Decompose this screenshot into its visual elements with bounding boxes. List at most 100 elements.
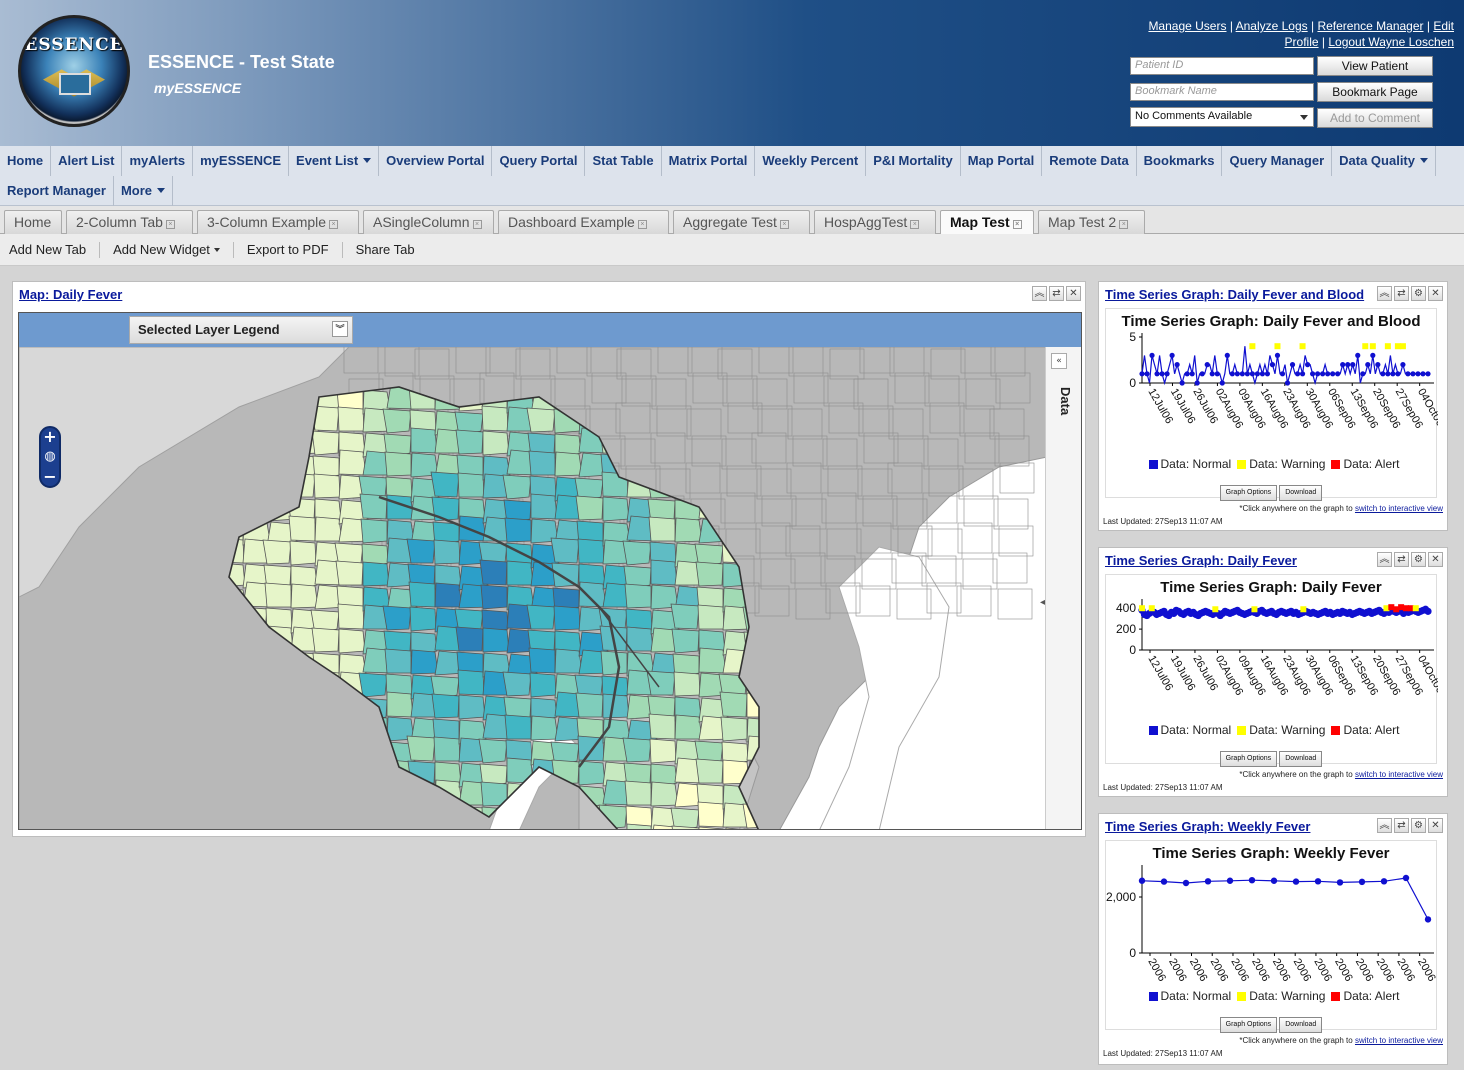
time-series-widget-title[interactable]: Time Series Graph: Daily Fever and Blood — [1105, 287, 1364, 302]
county-region[interactable] — [289, 540, 317, 566]
nav-item-event-list[interactable]: Event List — [289, 146, 380, 176]
county-region[interactable] — [529, 672, 557, 698]
interactive-view-link[interactable]: switch to interactive view — [1355, 770, 1443, 779]
data-panel[interactable]: « Data ◂ — [1040, 347, 1081, 829]
map-view[interactable]: Selected Layer Legend ︾ + ◍ − « Data ◂ — [18, 312, 1082, 830]
nav-item-weekly-percent[interactable]: Weekly Percent — [755, 146, 867, 176]
county-region[interactable] — [337, 406, 365, 432]
close-icon[interactable]: ✕ — [1066, 286, 1081, 301]
county-region[interactable] — [502, 474, 532, 500]
county-region[interactable] — [648, 516, 676, 542]
nav-item-alert-list[interactable]: Alert List — [51, 146, 123, 176]
county-region[interactable] — [502, 671, 532, 697]
tab-close-icon[interactable]: × — [329, 220, 339, 229]
tab-map-test[interactable]: Map Test × — [940, 210, 1034, 234]
chart-area[interactable]: 0 2,000 2006-28 2006-29 2006-30 2006-31 2006-3… — [1105, 840, 1438, 1033]
county-region[interactable] — [311, 430, 340, 456]
county-region[interactable] — [457, 472, 485, 498]
county-region[interactable] — [290, 583, 319, 609]
county-region[interactable] — [455, 429, 484, 455]
nav-item-overview-portal[interactable]: Overview Portal — [379, 146, 493, 176]
county-region[interactable] — [455, 626, 484, 652]
nav-item-map-portal[interactable]: Map Portal — [961, 146, 1043, 176]
comments-select[interactable]: No Comments Available — [1130, 107, 1314, 127]
time-series-chart[interactable]: 02,0002006-282006-292006-302006-312006-3… — [1106, 841, 1438, 981]
county-region[interactable] — [671, 628, 700, 654]
county-region[interactable] — [695, 758, 724, 784]
county-region[interactable] — [504, 714, 532, 740]
county-region[interactable] — [697, 801, 725, 828]
county-region[interactable] — [674, 517, 703, 543]
download-button[interactable]: Download — [1279, 1017, 1323, 1033]
tab-hospaggtest[interactable]: HospAggTest × — [814, 210, 936, 234]
county-region[interactable] — [600, 650, 628, 676]
export-to-pdf-button[interactable]: Export to PDF — [234, 241, 343, 258]
tab-asinglecolumn[interactable]: ASingleColumn × — [363, 210, 494, 234]
county-region[interactable] — [338, 628, 366, 654]
county-region[interactable] — [311, 627, 340, 653]
county-region[interactable] — [433, 539, 461, 565]
manage-users-link[interactable]: Manage Users — [1148, 19, 1226, 33]
county-region[interactable] — [554, 451, 583, 477]
nav-item-matrix-portal[interactable]: Matrix Portal — [662, 146, 756, 176]
reference-manager-link[interactable]: Reference Manager — [1317, 19, 1423, 33]
nav-item-stat-table[interactable]: Stat Table — [585, 146, 662, 176]
nav-item-bookmarks[interactable]: Bookmarks — [1137, 146, 1223, 176]
county-region[interactable] — [382, 408, 412, 434]
county-region[interactable] — [504, 517, 532, 543]
county-region[interactable] — [482, 627, 510, 653]
county-region[interactable] — [622, 540, 652, 566]
download-button[interactable]: Download — [1279, 485, 1323, 501]
county-region[interactable] — [673, 671, 701, 697]
bookmark-name-input[interactable]: Bookmark Name — [1130, 83, 1314, 101]
patient-id-input[interactable]: Patient ID — [1130, 57, 1314, 75]
chart-area[interactable]: 0 200 400 12Jul06 19Jul06 26Jul06 02Aug06 09Aug… — [1105, 574, 1438, 767]
county-region[interactable] — [314, 516, 343, 542]
county-region[interactable] — [578, 760, 606, 786]
tab-home[interactable]: Home — [4, 210, 62, 234]
county-region[interactable] — [554, 648, 583, 674]
close-icon[interactable]: ✕ — [1428, 818, 1443, 833]
chart-area[interactable]: 0 5 12Jul06 19Jul06 26Jul06 02Aug06 09Aug06 16A… — [1105, 308, 1438, 501]
county-region[interactable] — [650, 781, 679, 807]
time-series-chart[interactable]: 0512Jul0619Jul0626Jul0602Aug0609Aug0616A… — [1106, 309, 1438, 449]
time-series-chart[interactable]: 020040012Jul0619Jul0626Jul0602Aug0609Aug… — [1106, 575, 1438, 715]
county-region[interactable] — [386, 691, 414, 718]
county-region[interactable] — [335, 560, 364, 586]
county-region[interactable] — [480, 584, 508, 610]
download-button[interactable]: Download — [1279, 751, 1323, 767]
analyze-logs-link[interactable]: Analyze Logs — [1236, 19, 1308, 33]
county-region[interactable] — [719, 691, 748, 718]
nav-item-data-quality[interactable]: Data Quality — [1332, 146, 1436, 176]
county-region[interactable] — [550, 537, 580, 564]
settings-icon[interactable]: ⚙ — [1411, 818, 1426, 833]
county-region[interactable] — [578, 581, 607, 608]
county-region[interactable] — [553, 605, 581, 631]
county-region[interactable] — [697, 604, 725, 630]
refresh-icon[interactable]: ⇄ — [1394, 552, 1409, 567]
county-region[interactable] — [674, 714, 703, 740]
county-region[interactable] — [695, 561, 724, 587]
choropleth-map[interactable] — [19, 347, 1047, 830]
collapse-icon[interactable]: ︽ — [1377, 552, 1392, 567]
county-region[interactable] — [530, 493, 558, 520]
county-region[interactable] — [360, 518, 388, 544]
county-region[interactable] — [410, 828, 438, 830]
graph-options-button[interactable]: Graph Options — [1219, 485, 1278, 501]
county-region[interactable] — [578, 828, 609, 830]
county-region[interactable] — [262, 539, 292, 565]
add-new-widget-button[interactable]: Add New Widget — [100, 241, 234, 258]
interactive-view-link[interactable]: switch to interactive view — [1355, 504, 1443, 513]
county-region[interactable] — [433, 736, 461, 762]
county-region[interactable] — [743, 828, 771, 830]
county-region[interactable] — [649, 738, 677, 764]
county-region[interactable] — [646, 670, 676, 696]
county-region[interactable] — [528, 647, 556, 674]
nav-item-remote-data[interactable]: Remote Data — [1042, 146, 1137, 176]
county-region[interactable] — [408, 581, 436, 608]
county-region[interactable] — [338, 449, 367, 476]
close-icon[interactable]: ✕ — [1428, 552, 1443, 567]
county-region[interactable] — [430, 471, 460, 498]
settings-icon[interactable]: ⚙ — [1411, 286, 1426, 301]
map-widget-title[interactable]: Map: Daily Fever — [19, 287, 122, 302]
